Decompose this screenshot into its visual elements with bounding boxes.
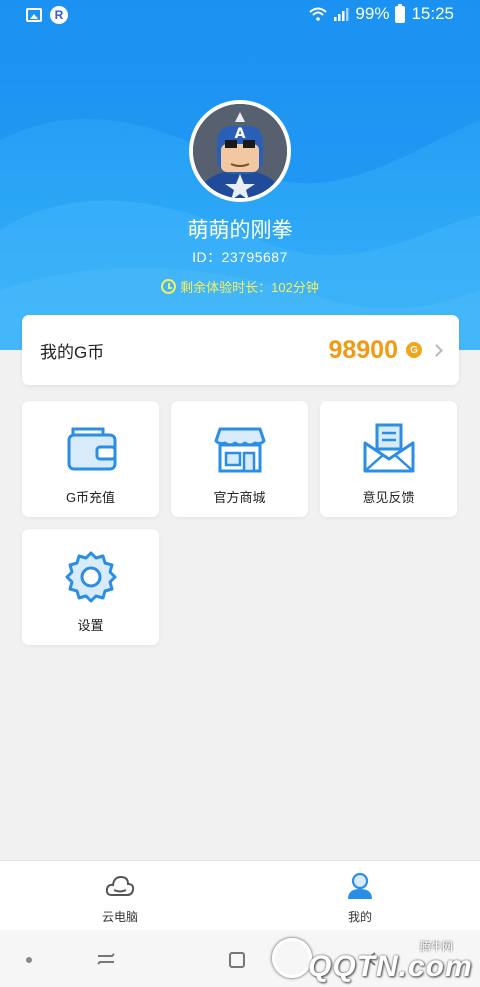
tile-feedback[interactable]: 意见反馈: [320, 401, 457, 517]
tile-settings-label: 设置: [77, 618, 104, 633]
avatar-image: A: [193, 104, 287, 198]
tab-mine-label: 我的: [347, 910, 372, 924]
tile-store-label: 官方商城: [213, 490, 266, 505]
recent-apps-icon[interactable]: [96, 950, 116, 968]
profile-header: R 99% 15:25 A 萌萌的刚拳 ID：23795687 剩余体验时长：1…: [0, 0, 480, 350]
tile-settings[interactable]: 设置: [22, 529, 159, 645]
tab-cloud-pc[interactable]: 云电脑: [0, 861, 240, 931]
g-coin-icon: G: [406, 342, 422, 358]
gear-icon: [65, 551, 117, 603]
avatar[interactable]: A: [189, 100, 291, 202]
home-button-icon[interactable]: [229, 952, 245, 968]
coins-label: 我的G币: [40, 342, 105, 362]
status-left: R: [26, 6, 68, 24]
tab-cloud-pc-label: 云电脑: [101, 910, 138, 924]
chevron-right-icon: [430, 343, 443, 357]
trial-time-row: 剩余体验时长：102分钟: [0, 277, 480, 296]
status-bar: R 99% 15:25: [0, 0, 480, 30]
my-g-coins-card[interactable]: 我的G币 98900 G: [22, 315, 459, 385]
cloud-icon: [105, 875, 135, 896]
nav-dot-icon[interactable]: [26, 957, 32, 963]
status-right: 99% 15:25: [309, 3, 454, 24]
user-id: ID：23795687: [192, 249, 288, 265]
svg-text:A: A: [235, 126, 246, 142]
store-icon: [214, 427, 266, 473]
clock-icon: [161, 279, 177, 294]
r-app-notification-icon: R: [50, 6, 68, 24]
tab-mine[interactable]: 我的: [240, 861, 480, 931]
tile-recharge[interactable]: G币充值: [22, 401, 159, 517]
battery-percent: 99%: [355, 4, 390, 23]
battery-icon: [395, 3, 406, 23]
trial-time-text: 剩余体验时长：102分钟: [180, 280, 319, 295]
watermark-brand-text: QQTN.com: [308, 950, 473, 983]
user-icon: [348, 872, 372, 899]
watermark-logo-icon: [272, 938, 312, 978]
bottom-tab-bar: 云电脑 我的: [0, 860, 480, 930]
avatar-illustration: A: [193, 104, 287, 198]
coins-value: 98900: [328, 335, 398, 364]
tile-store[interactable]: 官方商城: [171, 401, 308, 517]
gallery-notification-icon: [26, 8, 42, 22]
watermark: 腾牛网 QQTN.com: [268, 928, 480, 987]
tile-recharge-label: G币充值: [65, 490, 116, 505]
wallet-icon: [67, 427, 117, 471]
clock: 15:25: [411, 4, 454, 23]
mail-icon: [363, 423, 415, 473]
signal-icon: [334, 8, 349, 21]
username: 萌萌的刚拳: [187, 219, 293, 242]
wifi-icon: [309, 7, 328, 21]
tile-feedback-label: 意见反馈: [362, 490, 415, 505]
